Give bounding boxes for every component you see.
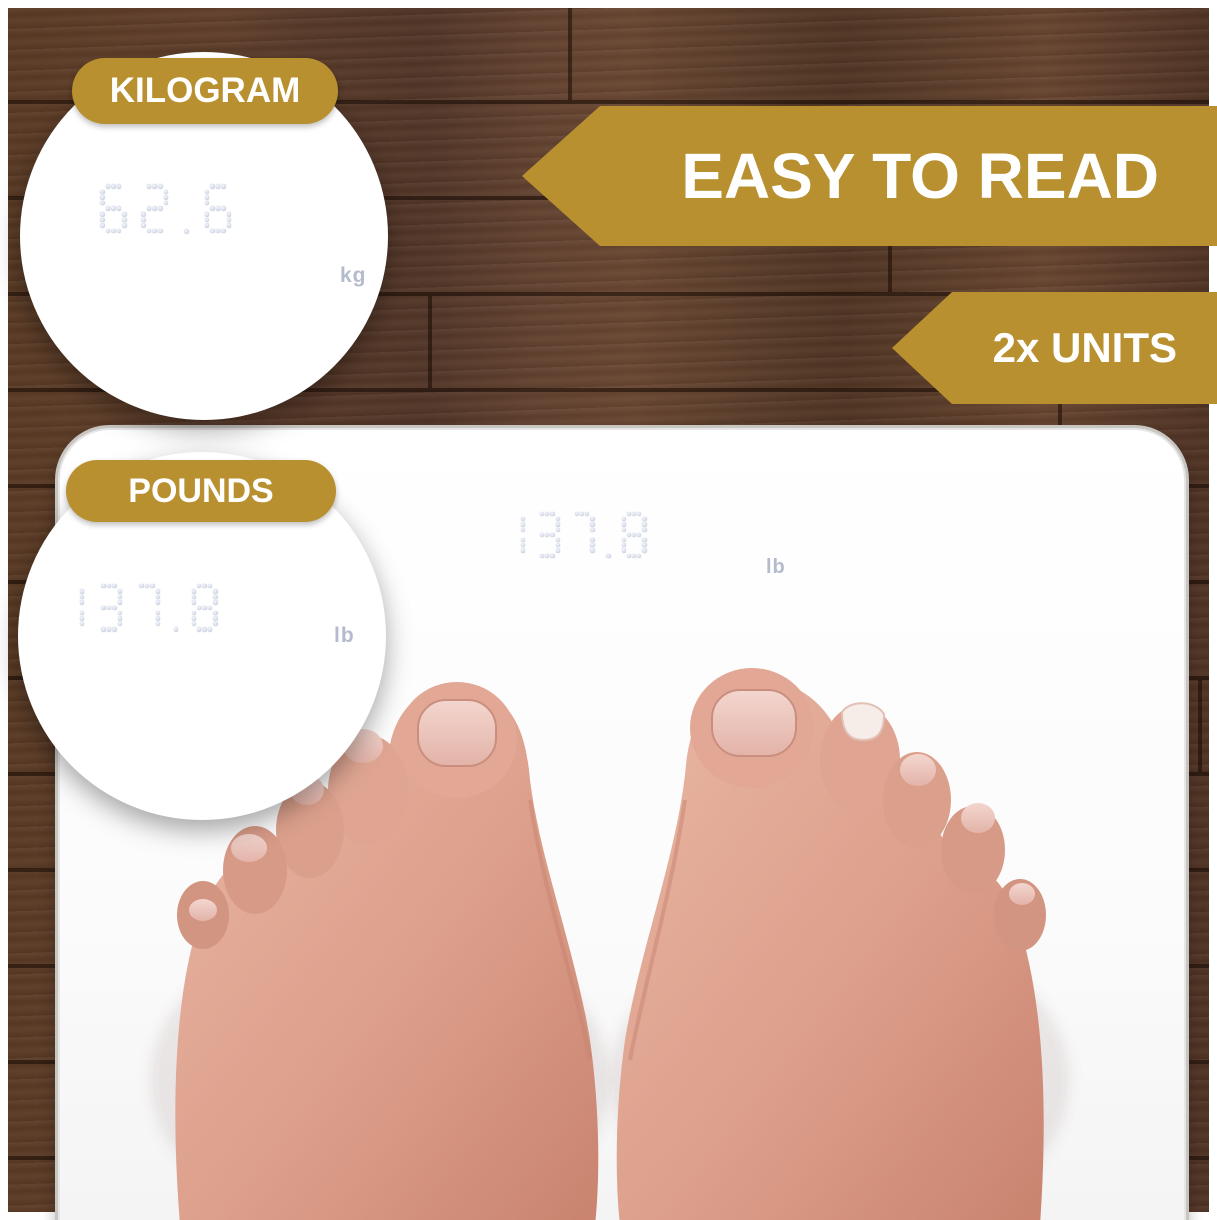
easy-to-read-text: EASY TO READ bbox=[681, 140, 1159, 212]
kilogram-label: KILOGRAM bbox=[72, 58, 338, 124]
units-banner: 2x UNITS bbox=[892, 292, 1217, 404]
digit-3 bbox=[535, 512, 561, 559]
scale-unit-label: lb bbox=[766, 556, 786, 578]
digit-6 bbox=[100, 184, 128, 234]
digit-decimal-point bbox=[172, 584, 181, 633]
digit-3 bbox=[96, 584, 123, 633]
digit-7 bbox=[134, 584, 161, 633]
digit-1 bbox=[500, 512, 526, 559]
easy-to-read-banner: EASY TO READ bbox=[522, 106, 1217, 246]
pounds-unit-label: lb bbox=[334, 624, 355, 647]
digit-decimal-point bbox=[182, 184, 191, 234]
pounds-weight-display bbox=[58, 584, 230, 633]
pounds-label: POUNDS bbox=[66, 460, 336, 522]
kilogram-weight-display bbox=[100, 184, 246, 234]
digit-decimal-point bbox=[604, 512, 612, 559]
digit-8 bbox=[191, 584, 219, 633]
product-image: lb EASY TO READ 2x UNITS kg KILOGRAM lb … bbox=[0, 0, 1217, 1220]
digit-7 bbox=[570, 512, 596, 559]
scale-weight-display bbox=[500, 512, 656, 559]
digit-6 bbox=[204, 184, 233, 234]
kilogram-unit-label: kg bbox=[340, 264, 367, 287]
units-text: 2x UNITS bbox=[992, 324, 1177, 371]
digit-8 bbox=[621, 512, 648, 559]
digit-2 bbox=[141, 184, 169, 234]
digit-1 bbox=[58, 584, 85, 633]
